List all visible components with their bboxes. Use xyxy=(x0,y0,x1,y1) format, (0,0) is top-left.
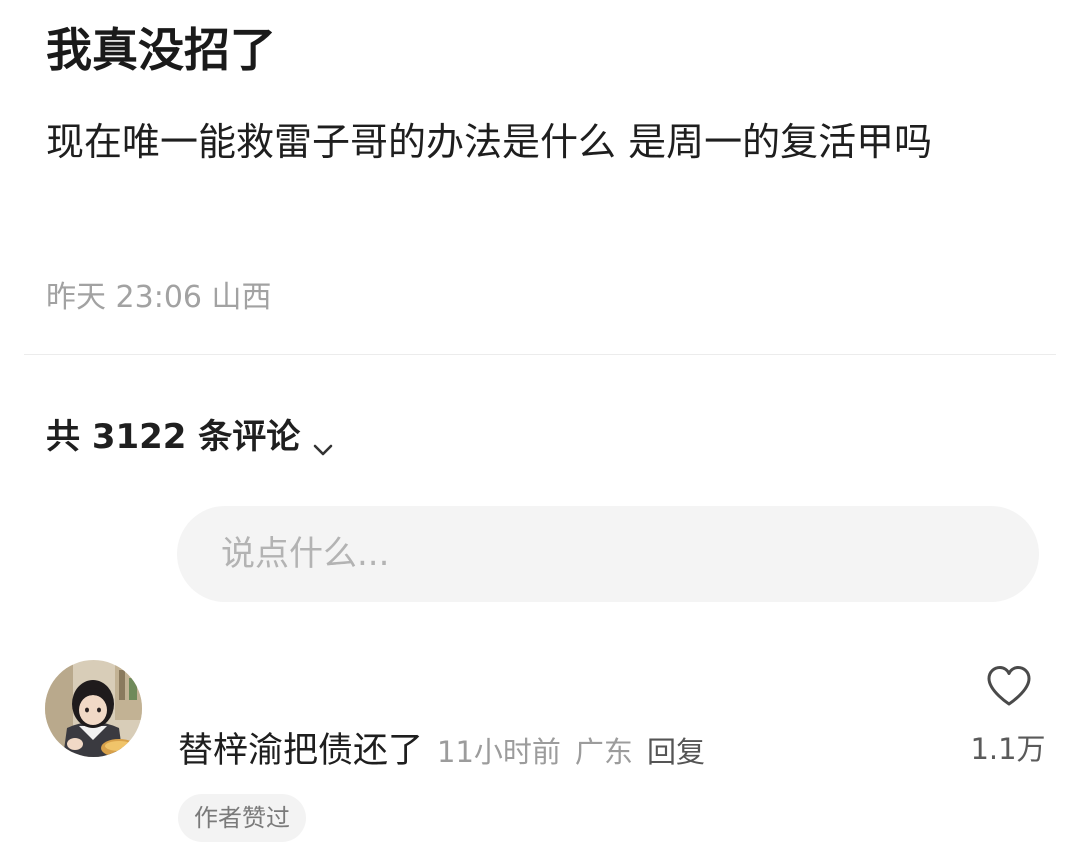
comments-sort-toggle[interactable]: 共 3122 条评论 xyxy=(46,408,334,458)
comments-count-label: 共 3122 条评论 xyxy=(46,416,301,457)
like-count: 1.1万 xyxy=(970,732,1046,766)
comment-time: 11小时前 xyxy=(437,735,561,769)
heart-outline-icon[interactable] xyxy=(985,664,1033,708)
post-title: 我真没招了 xyxy=(46,23,276,77)
post-timestamp: 昨天 23:06 xyxy=(46,280,202,315)
post-meta: 昨天 23:06 山西 xyxy=(46,276,272,320)
comment-row: 替梓渝把债还了 11小时前 广东 回复 xyxy=(178,722,705,772)
post-location: 山西 xyxy=(211,280,272,315)
post-body: 现在唯一能救雷子哥的办法是什么 是周一的复活甲吗 xyxy=(46,120,933,164)
divider xyxy=(24,354,1056,355)
reply-button[interactable]: 回复 xyxy=(647,729,705,771)
comment-input[interactable] xyxy=(177,506,1039,602)
chevron-down-icon xyxy=(312,426,334,456)
comment-location: 广东 xyxy=(574,735,633,769)
comment-text: 替梓渝把债还了 xyxy=(178,731,424,771)
author-liked-badge: 作者赞过 xyxy=(178,794,306,842)
avatar[interactable] xyxy=(45,660,142,757)
